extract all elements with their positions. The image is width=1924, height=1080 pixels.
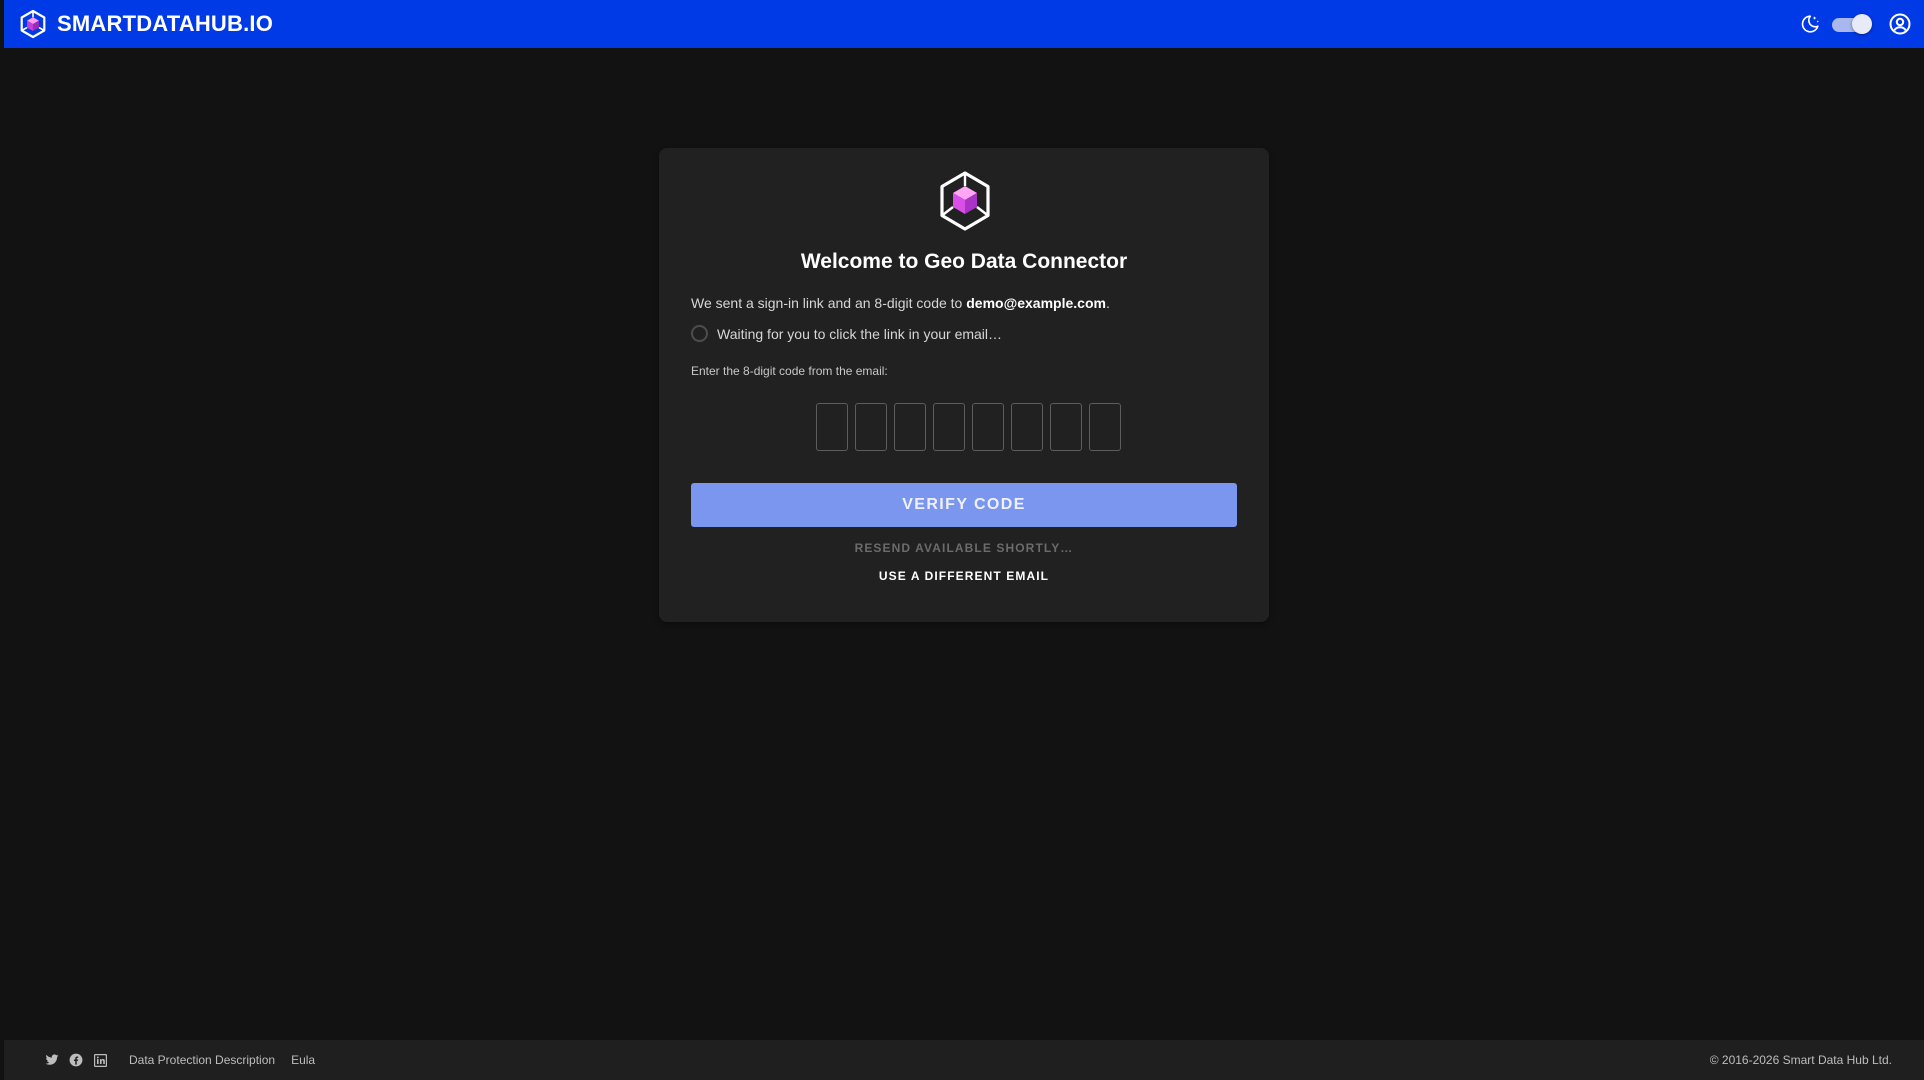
verify-code-button[interactable]: VERIFY CODE — [691, 483, 1237, 527]
topbar-actions — [1796, 0, 1914, 48]
cube-logo-icon — [940, 171, 990, 231]
copyright-text: © 2016-2026 Smart Data Hub Ltd. — [1709, 1053, 1892, 1067]
dark-mode-toggle[interactable] — [1830, 10, 1872, 38]
footer-link-eula[interactable]: Eula — [291, 1053, 315, 1067]
code-digit-1[interactable] — [816, 403, 848, 451]
code-digit-7[interactable] — [1050, 403, 1082, 451]
facebook-link[interactable] — [68, 1052, 84, 1068]
code-digit-8[interactable] — [1089, 403, 1121, 451]
facebook-icon — [69, 1053, 83, 1067]
code-digit-4[interactable] — [933, 403, 965, 451]
brand-home-link[interactable]: SMARTDATAHUB.IO — [18, 9, 273, 39]
sent-message-suffix: . — [1105, 295, 1110, 311]
linkedin-link[interactable] — [92, 1052, 108, 1068]
code-digit-2[interactable] — [855, 403, 887, 451]
recipient-email: demo@example.com — [966, 295, 1106, 311]
footer-link-data-protection[interactable]: Data Protection Description — [129, 1053, 275, 1067]
moon-stars-icon — [1801, 15, 1819, 33]
twitter-icon — [45, 1054, 59, 1065]
waiting-text: Waiting for you to click the link in you… — [717, 325, 1003, 342]
top-app-bar: SMARTDATAHUB.IO — [4, 0, 1924, 48]
cube-logo-icon — [20, 9, 46, 39]
twitter-link[interactable] — [44, 1052, 60, 1068]
code-digit-5[interactable] — [972, 403, 1004, 451]
sent-message-prefix: We sent a sign-in link and an 8-digit co… — [691, 295, 967, 311]
account-circle-icon — [1889, 13, 1911, 35]
sent-message: We sent a sign-in link and an 8-digit co… — [691, 295, 1110, 311]
account-button[interactable] — [1886, 10, 1914, 38]
code-label: Enter the 8-digit code from the email: — [691, 364, 888, 378]
card-title: Welcome to Geo Data Connector — [800, 250, 1128, 273]
brand-title: SMARTDATAHUB.IO — [57, 11, 274, 36]
loading-spinner-icon — [691, 325, 708, 342]
use-different-email-button[interactable]: USE A DIFFERENT EMAIL — [659, 569, 1269, 583]
app-root: SMARTDATAHUB.IO Welcome to Geo Data Conn… — [4, 0, 1924, 1080]
resend-code-button: RESEND AVAILABLE SHORTLY… — [854, 541, 1074, 555]
waiting-status: Waiting for you to click the link in you… — [691, 325, 1002, 342]
code-input-group — [816, 403, 1128, 451]
verification-card: Welcome to Geo Data Connector We sent a … — [659, 148, 1269, 622]
toggle-thumb — [1852, 14, 1872, 34]
theme-mode-button[interactable] — [1796, 10, 1824, 38]
footer: Data Protection Description Eula © 2016-… — [4, 1040, 1924, 1080]
code-digit-3[interactable] — [894, 403, 926, 451]
linkedin-icon — [93, 1053, 107, 1067]
social-links — [44, 1052, 116, 1068]
code-digit-6[interactable] — [1011, 403, 1043, 451]
